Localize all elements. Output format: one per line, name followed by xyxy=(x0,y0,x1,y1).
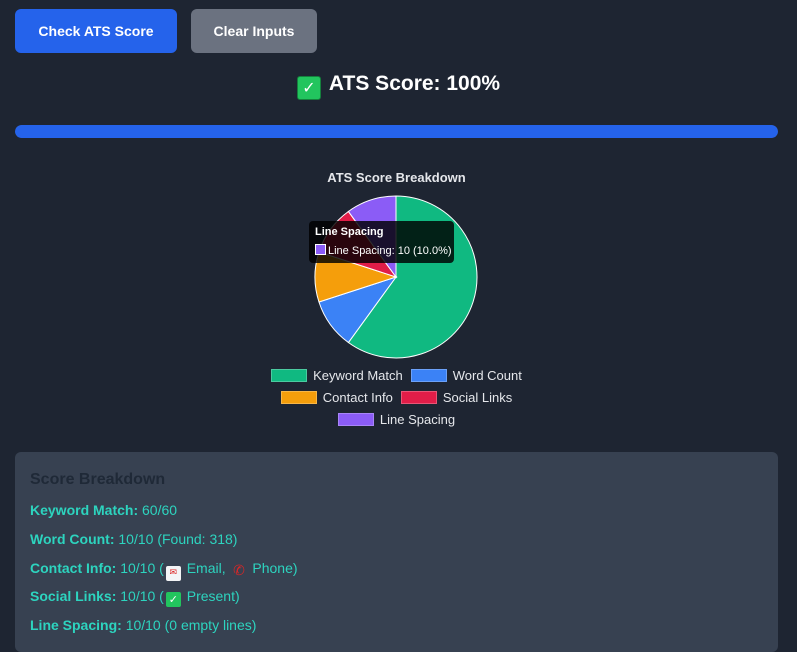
score-progress-fill xyxy=(15,125,778,138)
legend-label: Word Count xyxy=(452,367,522,383)
envelope-icon: ✉ xyxy=(165,566,181,581)
breakdown-title: Score Breakdown xyxy=(30,471,166,488)
breakdown-row-keyword-match: Keyword Match: 60/60 xyxy=(30,502,177,518)
legend-item-word-count[interactable]: Word Count xyxy=(410,367,522,383)
check-mark-icon: ✓ xyxy=(165,592,181,607)
breakdown-row-contact-info: Contact Info: 10/10 (✉ Email, ✆ Phone) xyxy=(30,560,298,581)
legend-label: Keyword Match xyxy=(313,367,403,383)
breakdown-value: 10/10 (Found: 318) xyxy=(118,531,238,547)
email-text: Email, xyxy=(186,560,226,576)
chart-legend: Keyword Match Word Count Contact Info So… xyxy=(0,364,793,430)
ats-score-heading: ✓ ATS Score: 100% xyxy=(0,72,797,100)
clear-inputs-button[interactable]: Clear Inputs xyxy=(191,9,317,53)
score-breakdown-panel: Score Breakdown Keyword Match: 60/60 Wor… xyxy=(15,452,778,652)
breakdown-value: 10/10 (0 empty lines) xyxy=(125,617,257,633)
legend-label: Contact Info xyxy=(322,389,393,405)
tooltip-body: Line Spacing: 10 (10.0%) xyxy=(315,244,452,257)
legend-swatch xyxy=(271,368,308,382)
breakdown-label: Keyword Match: xyxy=(30,502,139,518)
legend-row: Keyword Match Word Count xyxy=(0,364,793,386)
action-button-row: Check ATS Score Clear Inputs xyxy=(15,9,317,53)
legend-swatch xyxy=(337,412,374,426)
breakdown-value-prefix: 10/10 ( xyxy=(120,560,164,576)
legend-row: Contact Info Social Links xyxy=(0,386,793,408)
phone-text: Phone) xyxy=(252,560,298,576)
breakdown-label: Word Count: xyxy=(30,531,115,547)
legend-swatch xyxy=(400,390,437,404)
legend-swatch xyxy=(410,368,447,382)
breakdown-row-line-spacing: Line Spacing: 10/10 (0 empty lines) xyxy=(30,617,256,633)
legend-item-social-links[interactable]: Social Links xyxy=(400,389,513,405)
legend-item-contact-info[interactable]: Contact Info xyxy=(280,389,393,405)
breakdown-row-social-links: Social Links: 10/10 (✓ Present) xyxy=(30,588,240,607)
breakdown-row-word-count: Word Count: 10/10 (Found: 318) xyxy=(30,531,237,547)
tooltip-body-text: Line Spacing: 10 (10.0%) xyxy=(328,245,452,257)
legend-item-keyword-match[interactable]: Keyword Match xyxy=(271,368,403,383)
breakdown-label: Contact Info: xyxy=(30,560,117,576)
breakdown-label: Line Spacing: xyxy=(30,617,122,633)
breakdown-value-prefix: 10/10 ( xyxy=(120,588,164,604)
legend-label: Social Links xyxy=(442,389,513,405)
legend-row: Line Spacing xyxy=(0,408,793,430)
breakdown-label: Social Links: xyxy=(30,588,117,604)
tooltip-title: Line Spacing xyxy=(315,226,384,238)
ats-score-text: ATS Score: 100% xyxy=(328,72,501,95)
score-pie-chart[interactable] xyxy=(296,190,496,370)
chart-title: ATS Score Breakdown xyxy=(327,170,466,185)
legend-item-line-spacing[interactable]: Line Spacing xyxy=(337,411,456,427)
phone-icon: ✆ xyxy=(233,563,245,579)
legend-swatch xyxy=(280,390,317,404)
legend-label: Line Spacing xyxy=(379,411,456,427)
chart-tooltip: Line Spacing Line Spacing: 10 (10.0%) xyxy=(309,221,454,263)
check-mark-icon: ✓ xyxy=(296,76,321,100)
breakdown-value-suffix: Present) xyxy=(186,588,240,604)
tooltip-swatch xyxy=(315,244,326,255)
breakdown-value: 60/60 xyxy=(142,502,178,518)
score-progress-bar xyxy=(15,125,778,138)
check-ats-score-button[interactable]: Check ATS Score xyxy=(15,9,177,53)
